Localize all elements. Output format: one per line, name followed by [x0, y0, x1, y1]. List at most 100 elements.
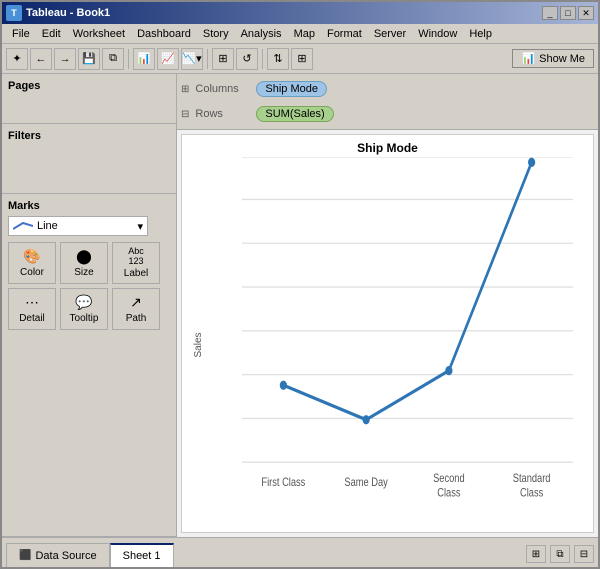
pages-label: Pages — [8, 80, 170, 92]
tooltip-label: Tooltip — [70, 313, 99, 324]
sheet1-tab[interactable]: Sheet 1 — [110, 543, 174, 567]
chart-area: Ship Mode Sales $0 — [181, 134, 594, 533]
label-label: Label — [124, 268, 148, 279]
marks-buttons: 🎨 Color ⬤ Size Abc123 Label ⋯ Detail — [8, 242, 170, 330]
chart-title: Ship Mode — [182, 135, 593, 157]
main-window: T Tableau - Book1 _ □ ✕ File Edit Worksh… — [0, 0, 600, 569]
rows-shelf: ⊟ Rows SUM(Sales) — [181, 103, 594, 125]
data-point-0 — [280, 381, 287, 390]
chart-inner: Sales $0 $200,000 $400 — [182, 157, 593, 532]
y-axis-label: Sales — [193, 332, 204, 357]
color-mark-button[interactable]: 🎨 Color — [8, 242, 56, 284]
toolbar: ✦ ← → 💾 ⧉ 📊 📈 📉▾ ⊞ ↺ ⇅ ⊞ 📊 Show Me — [2, 44, 598, 74]
menu-bar: File Edit Worksheet Dashboard Story Anal… — [2, 24, 598, 44]
rows-pill[interactable]: SUM(Sales) — [256, 106, 333, 122]
tooltip-icon: 💬 — [75, 294, 92, 311]
shelf-area: ⊞ Columns Ship Mode ⊟ Rows SUM(Sales) — [177, 74, 598, 130]
duplicate-sheet-button[interactable]: ⧉ — [550, 545, 570, 563]
chart-svg: $0 $200,000 $400,000 $600,000 $800,000 $… — [242, 157, 573, 502]
group-button[interactable]: ⊞ — [291, 48, 313, 70]
columns-shelf: ⊞ Columns Ship Mode — [181, 78, 594, 100]
bottom-tabs: ⬛ Data Source Sheet 1 ⊞ ⧉ ⊟ — [2, 537, 598, 567]
menu-format[interactable]: Format — [321, 26, 368, 42]
refresh-button[interactable]: ↺ — [236, 48, 258, 70]
size-mark-button[interactable]: ⬤ Size — [60, 242, 108, 284]
path-mark-button[interactable]: ↗ Path — [112, 288, 160, 330]
bottom-icons: ⊞ ⧉ ⊟ — [526, 545, 594, 567]
new-button[interactable]: ✦ — [6, 48, 28, 70]
menu-map[interactable]: Map — [288, 26, 321, 42]
bar-chart-button[interactable]: 📊 — [133, 48, 155, 70]
new-dashboard-button[interactable]: ⊟ — [574, 545, 594, 563]
menu-worksheet[interactable]: Worksheet — [67, 26, 131, 42]
color-label: Color — [20, 267, 44, 278]
size-label: Size — [74, 267, 93, 278]
line-mark-icon — [13, 221, 33, 231]
menu-file[interactable]: File — [6, 26, 36, 42]
chart-icon: 📊 — [521, 52, 535, 65]
marks-type-dropdown[interactable]: Line ▾ — [8, 216, 148, 236]
menu-story[interactable]: Story — [197, 26, 235, 42]
detail-icon: ⋯ — [25, 294, 39, 311]
filters-label: Filters — [8, 130, 170, 142]
path-icon: ↗ — [130, 294, 142, 311]
dropdown-arrow-icon: ▾ — [137, 220, 143, 233]
menu-edit[interactable]: Edit — [36, 26, 67, 42]
title-bar: T Tableau - Book1 _ □ ✕ — [2, 2, 598, 24]
menu-analysis[interactable]: Analysis — [235, 26, 288, 42]
right-panel: ⊞ Columns Ship Mode ⊟ Rows SUM(Sales) Sh… — [177, 74, 598, 537]
size-icon: ⬤ — [76, 248, 92, 265]
chart-line — [283, 162, 531, 419]
detail-mark-button[interactable]: ⋯ Detail — [8, 288, 56, 330]
menu-server[interactable]: Server — [368, 26, 412, 42]
svg-text:Class: Class — [437, 487, 460, 500]
sort-button[interactable]: ⇅ — [267, 48, 289, 70]
back-button[interactable]: ← — [30, 48, 52, 70]
menu-dashboard[interactable]: Dashboard — [131, 26, 197, 42]
menu-window[interactable]: Window — [412, 26, 463, 42]
data-point-2 — [445, 366, 452, 375]
duplicate-button[interactable]: ⧉ — [102, 48, 124, 70]
save-button[interactable]: 💾 — [78, 48, 100, 70]
data-point-1 — [363, 415, 370, 424]
chart-options-button[interactable]: 📉▾ — [181, 48, 203, 70]
filters-section: Filters — [2, 124, 176, 194]
window-controls: _ □ ✕ — [542, 6, 594, 20]
maximize-button[interactable]: □ — [560, 6, 576, 20]
show-me-label: Show Me — [539, 53, 585, 65]
svg-text:Second: Second — [433, 472, 465, 485]
rows-icon: ⊟ — [181, 109, 189, 120]
line-chart-button[interactable]: 📈 — [157, 48, 179, 70]
marks-label: Marks — [8, 200, 170, 212]
svg-text:First Class: First Class — [261, 476, 305, 489]
sheet1-label: Sheet 1 — [123, 550, 161, 562]
pages-section: Pages — [2, 74, 176, 124]
color-icon: 🎨 — [23, 248, 40, 265]
detail-label: Detail — [19, 313, 45, 324]
close-button[interactable]: ✕ — [578, 6, 594, 20]
marks-section: Marks Line ▾ 🎨 Color — [2, 194, 176, 537]
data-button[interactable]: ⊞ — [212, 48, 234, 70]
columns-pill[interactable]: Ship Mode — [256, 81, 327, 97]
rows-shelf-label: Rows — [195, 108, 250, 120]
title-bar-left: T Tableau - Book1 — [6, 5, 110, 21]
columns-icon: ⊞ — [181, 84, 189, 95]
minimize-button[interactable]: _ — [542, 6, 558, 20]
app-icon: T — [6, 5, 22, 21]
label-icon: Abc123 — [128, 247, 144, 267]
data-source-icon: ⬛ — [19, 550, 31, 561]
separator-1 — [128, 49, 129, 69]
svg-text:Standard: Standard — [513, 472, 551, 485]
forward-button[interactable]: → — [54, 48, 76, 70]
new-sheet-button[interactable]: ⊞ — [526, 545, 546, 563]
left-panel: Pages Filters Marks Line ▾ — [2, 74, 177, 537]
data-point-3 — [528, 158, 535, 167]
label-mark-button[interactable]: Abc123 Label — [112, 242, 160, 284]
columns-shelf-label: Columns — [195, 83, 250, 95]
marks-type-label: Line — [37, 220, 58, 232]
data-source-label: Data Source — [35, 550, 96, 562]
menu-help[interactable]: Help — [463, 26, 498, 42]
data-source-tab[interactable]: ⬛ Data Source — [6, 543, 110, 567]
tooltip-mark-button[interactable]: 💬 Tooltip — [60, 288, 108, 330]
show-me-button[interactable]: 📊 Show Me — [512, 49, 594, 68]
